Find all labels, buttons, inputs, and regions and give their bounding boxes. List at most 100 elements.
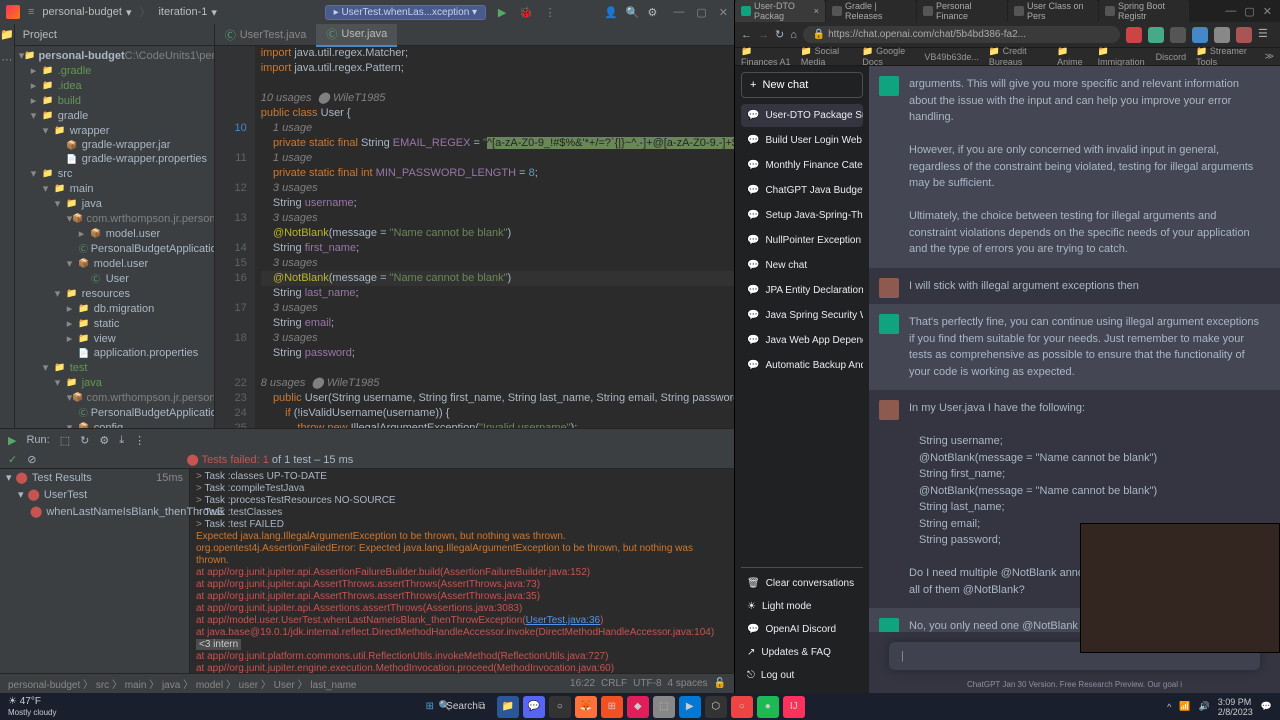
logout-button[interactable]: ⎋ Log out <box>741 664 863 687</box>
maximize-icon[interactable]: ▢ <box>1244 5 1254 18</box>
bookmark-item[interactable]: 📁 Google Docs <box>862 46 914 67</box>
menu-icon[interactable]: ☰ <box>1258 27 1274 43</box>
chat-history-item[interactable]: 💬 Java Spring Security Web App <box>741 304 863 327</box>
bookmark-item[interactable]: 📁 Anime <box>1057 46 1088 67</box>
taskbar-app-icon[interactable]: ⊞ <box>601 696 623 718</box>
ext-icon[interactable] <box>1170 27 1186 43</box>
search-button[interactable]: 🔍 Search <box>445 696 467 718</box>
maximize-icon[interactable]: ▢ <box>696 6 706 19</box>
taskbar-app-icon[interactable]: ○ <box>731 696 753 718</box>
close-icon[interactable]: ✕ <box>719 6 728 19</box>
taskbar-app-icon[interactable]: IJ <box>783 696 805 718</box>
toggle-icon[interactable]: ↻ <box>80 434 89 447</box>
bookmarks-overflow[interactable]: ≫ <box>1265 51 1274 62</box>
url-input[interactable]: 🔒 https://chat.openai.com/chat/5b4bd386-… <box>803 26 1120 43</box>
ext-icon[interactable] <box>1126 27 1142 43</box>
hamburger-icon[interactable]: ≡ <box>28 6 34 18</box>
ext-icon[interactable] <box>1214 27 1230 43</box>
code-editor[interactable]: 101112 13141516 1718 222324252627282930 … <box>215 46 734 428</box>
settings-icon[interactable]: ⚙ <box>648 6 658 19</box>
chat-history-item[interactable]: 💬 Java Web App Dependencies <box>741 329 863 352</box>
show-passed-icon[interactable]: ✓ <box>8 453 17 466</box>
taskbar-app-icon[interactable]: ◆ <box>627 696 649 718</box>
chat-history-item[interactable]: 💬 User-DTO Package Sub ✎ 🗑 <box>741 104 863 127</box>
chat-history-item[interactable]: 💬 JPA Entity Declaration Setting <box>741 279 863 302</box>
discord-link[interactable]: 💬 OpenAI Discord <box>741 618 863 641</box>
more-icon[interactable]: ⋮ <box>134 434 145 447</box>
clock[interactable]: 3:09 PM2/8/2023 <box>1218 697 1253 717</box>
chat-history-item[interactable]: 💬 ChatGPT Java Budget App 1 <box>741 179 863 202</box>
clear-conversations-button[interactable]: 🗑 Clear conversations <box>741 572 863 595</box>
breadcrumb[interactable]: personal-budget 〉 src 〉 main 〉 java 〉 mo… <box>8 676 356 691</box>
iteration-crumb[interactable]: iteration-1 ▾ <box>158 6 216 19</box>
browser-tab[interactable]: Gradle | Releases <box>826 0 916 23</box>
taskbar-app-icon[interactable]: ⬡ <box>705 696 727 718</box>
wifi-icon[interactable]: 📶 <box>1179 701 1190 712</box>
bookmark-item[interactable]: 📁 Streamer Tools <box>1196 46 1254 67</box>
bookmark-item[interactable]: 📁 Finances A1 <box>741 46 791 67</box>
taskbar-app-icon[interactable]: ● <box>757 696 779 718</box>
test-output[interactable]: > Task :classes UP-TO-DATE > Task :compi… <box>190 469 734 673</box>
run-configuration[interactable]: ▸ UserTest.whenLas...xception ▾ <box>325 5 486 20</box>
bookmark-item[interactable]: Discord <box>1156 52 1187 62</box>
light-mode-button[interactable]: ☀ Light mode <box>741 595 863 618</box>
filter-icon[interactable]: ⚙ <box>99 434 109 447</box>
browser-tab[interactable]: User-DTO Packag× <box>735 0 825 23</box>
editor-tabs: ⒸUserTest.java ⒸUser.java <box>215 24 734 46</box>
chat-history-item[interactable]: 💬 Automatic Backup And Live F <box>741 354 863 377</box>
ext-icon[interactable] <box>1148 27 1164 43</box>
bookmark-item[interactable]: 📁 Social Media <box>801 46 853 67</box>
chat-history-item[interactable]: 💬 Setup Java-Spring-Thymeleaf <box>741 204 863 227</box>
export-icon[interactable]: ⤓ <box>119 434 124 447</box>
bookmark-item[interactable]: 📁 Immigration <box>1098 46 1146 67</box>
bookmark-item[interactable]: VB49b63de... <box>924 52 979 62</box>
taskbar-app-icon[interactable]: ○ <box>549 696 571 718</box>
search-icon[interactable]: 🔍 <box>626 6 640 19</box>
chat-history-item[interactable]: 💬 Build User Login Web App <box>741 129 863 152</box>
chat-history-item[interactable]: 💬 NullPointer Exception Prevent <box>741 229 863 252</box>
structure-tool-icon[interactable]: ⋯ <box>1 53 12 66</box>
weather-widget[interactable]: ☀ 47°FMostly cloudy <box>8 696 56 718</box>
ext-icon[interactable] <box>1236 27 1252 43</box>
ext-icon[interactable] <box>1192 27 1208 43</box>
debug-button[interactable]: 🐞 <box>518 4 534 20</box>
home-icon[interactable]: ⌂ <box>790 29 797 41</box>
forward-icon[interactable]: → <box>758 29 769 41</box>
start-button[interactable]: ⊞ <box>419 696 441 718</box>
more-run-icon[interactable]: ⋮ <box>542 4 558 20</box>
new-chat-button[interactable]: + New chat <box>741 72 863 98</box>
tab-usertest[interactable]: ⒸUserTest.java <box>215 24 317 46</box>
chat-history-item[interactable]: 💬 Monthly Finance Categories L <box>741 154 863 177</box>
test-tree[interactable]: ▾⬤Test Results15ms ▾⬤UserTest ⬤whenLastN… <box>0 469 190 673</box>
taskbar-app-icon[interactable]: 💬 <box>523 696 545 718</box>
project-tool-icon[interactable]: 📁 <box>0 28 14 41</box>
minimize-icon[interactable]: — <box>673 6 684 19</box>
back-icon[interactable]: ← <box>741 29 752 41</box>
updates-faq-button[interactable]: ↗ Updates & FAQ <box>741 641 863 664</box>
code-with-me-icon[interactable]: 👤 <box>604 6 618 19</box>
tray-chevron-icon[interactable]: ^ <box>1167 702 1171 712</box>
lock-icon[interactable]: 🔓 <box>714 678 726 689</box>
show-ignored-icon[interactable]: ⊘ <box>27 453 36 466</box>
project-tree[interactable]: ▾📁personal-budget C:\CodeUnits1\personal… <box>15 46 214 428</box>
rerun-icon[interactable]: ▶ <box>8 434 16 447</box>
stop-icon[interactable]: ⬚ <box>60 434 70 447</box>
browser-tab[interactable]: Spring Boot Registr <box>1099 0 1189 23</box>
notifications-icon[interactable]: 💬 <box>1261 701 1272 712</box>
task-view-icon[interactable]: ⧉ <box>471 696 493 718</box>
taskbar-app-icon[interactable]: 📁 <box>497 696 519 718</box>
volume-icon[interactable]: 🔊 <box>1199 701 1210 712</box>
chat-history-item[interactable]: 💬 New chat <box>741 254 863 277</box>
minimize-icon[interactable]: — <box>1225 5 1236 18</box>
close-icon[interactable]: ✕ <box>1263 5 1272 18</box>
browser-tab[interactable]: Personal Finance <box>917 0 1007 23</box>
tab-user[interactable]: ⒸUser.java <box>316 24 397 47</box>
bookmark-item[interactable]: 📁 Credit Bureaus <box>989 46 1047 67</box>
taskbar-app-icon[interactable]: ▶ <box>679 696 701 718</box>
browser-tab[interactable]: User Class on Pers <box>1008 0 1098 23</box>
run-button[interactable]: ▶ <box>494 4 510 20</box>
reload-icon[interactable]: ↻ <box>775 28 784 41</box>
taskbar-app-icon[interactable]: ⬚ <box>653 696 675 718</box>
taskbar-app-icon[interactable]: 🦊 <box>575 696 597 718</box>
project-crumb[interactable]: personal-budget ▾ <box>42 6 131 19</box>
